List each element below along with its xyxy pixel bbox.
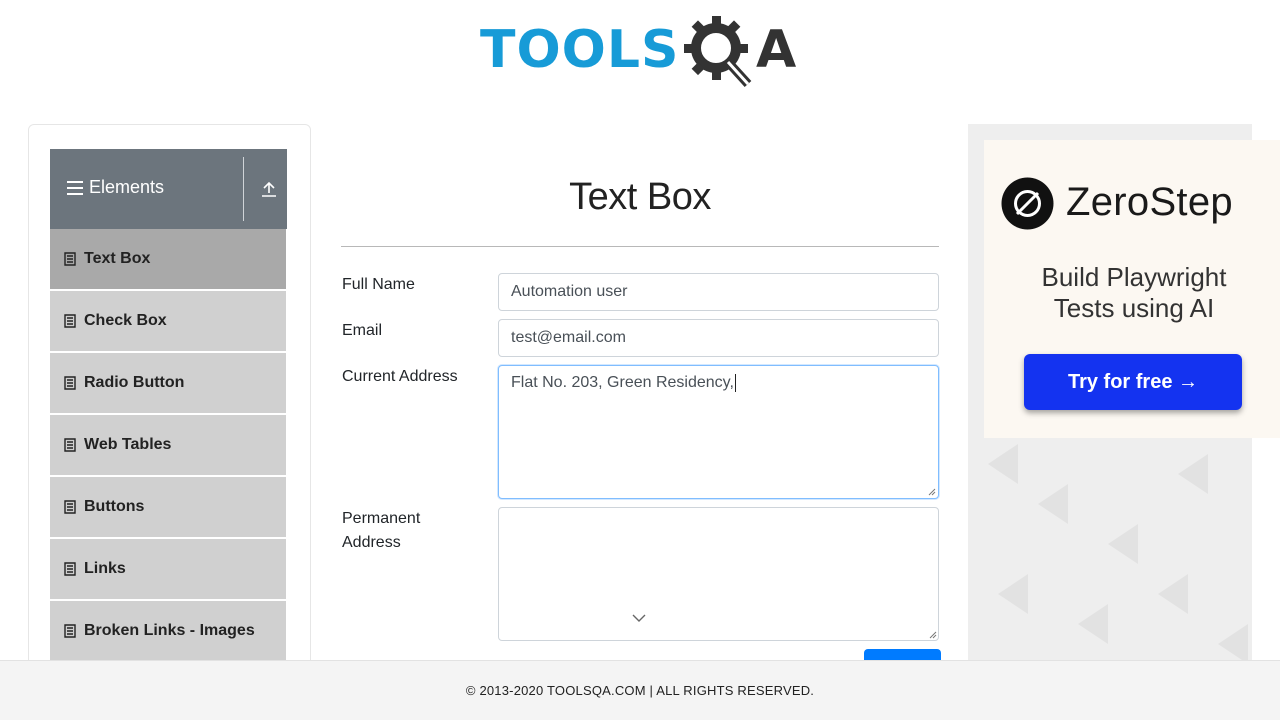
sidebar-item-label: Web Tables bbox=[84, 436, 172, 453]
sidebar-item-web-tables[interactable]: Web Tables bbox=[50, 415, 286, 477]
sidebar-item-links[interactable]: Links bbox=[50, 539, 286, 601]
gear-magnifier-icon bbox=[684, 16, 752, 88]
footer-copyright: © 2013-2020 TOOLSQA.COM | ALL RIGHTS RES… bbox=[465, 683, 815, 698]
group-title: Elements bbox=[89, 177, 165, 197]
full-name-label: Full Name bbox=[342, 276, 415, 293]
ad-tagline: Build Playwright Tests using AI bbox=[1010, 262, 1258, 324]
document-icon bbox=[64, 314, 76, 328]
elements-menu: Text Box Check Box Radio Button Web Tabl… bbox=[50, 229, 287, 663]
sidebar-item-check-box[interactable]: Check Box bbox=[50, 291, 286, 353]
resize-grip-icon[interactable] bbox=[929, 631, 937, 639]
permanent-address-textarea[interactable] bbox=[498, 507, 939, 641]
page-title: Text Box bbox=[569, 176, 711, 218]
document-icon bbox=[64, 252, 76, 266]
sidebar-item-label: Buttons bbox=[84, 498, 145, 515]
document-icon bbox=[64, 562, 76, 576]
sidebar-item-label: Broken Links - Images bbox=[84, 622, 255, 639]
permanent-address-label-line2: Address bbox=[342, 534, 401, 551]
toolsqa-logo[interactable]: TOOLS A bbox=[480, 14, 810, 94]
title-divider bbox=[341, 246, 939, 247]
document-icon bbox=[64, 376, 76, 390]
current-address-value: Flat No. 203, Green Residency, bbox=[511, 374, 734, 392]
current-address-textarea[interactable]: Flat No. 203, Green Residency, bbox=[498, 365, 939, 499]
elements-group-header[interactable]: Elements bbox=[50, 149, 287, 229]
ad-tagline-line2: Tests using AI bbox=[1053, 293, 1215, 323]
group-divider bbox=[243, 157, 244, 221]
sidebar-item-label: Text Box bbox=[84, 250, 151, 267]
document-icon bbox=[64, 500, 76, 514]
logo-text-primary: TOOLS bbox=[480, 20, 679, 80]
sidebar-item-label: Links bbox=[84, 560, 126, 577]
sidebar-item-radio-button[interactable]: Radio Button bbox=[50, 353, 286, 415]
text-caret bbox=[734, 374, 736, 392]
footer: © 2013-2020 TOOLSQA.COM | ALL RIGHTS RES… bbox=[0, 660, 1280, 720]
zerostep-logo-icon bbox=[1001, 177, 1054, 230]
current-address-label: Current Address bbox=[342, 368, 458, 385]
email-label: Email bbox=[342, 322, 383, 339]
sidebar-item-label: Check Box bbox=[84, 312, 167, 329]
email-input[interactable]: test@email.com bbox=[498, 319, 939, 357]
full-name-input[interactable]: Automation user bbox=[498, 273, 939, 311]
permanent-address-label-line1: Permanent bbox=[342, 510, 421, 527]
upload-arrow-icon[interactable] bbox=[259, 179, 279, 199]
document-icon bbox=[64, 624, 76, 638]
sidebar-item-broken-links-images[interactable]: Broken Links - Images bbox=[50, 601, 286, 663]
chevron-down-icon bbox=[632, 614, 646, 622]
resize-grip-icon[interactable] bbox=[928, 488, 936, 496]
site-header: TOOLS A bbox=[0, 0, 1280, 100]
sidebar-item-text-box[interactable]: Text Box bbox=[50, 229, 286, 291]
ad-tagline-line1: Build Playwright bbox=[1041, 262, 1227, 292]
document-icon bbox=[64, 438, 76, 452]
ad-brand-name: ZeroStep bbox=[1066, 180, 1233, 224]
sidebar-item-label: Radio Button bbox=[84, 374, 185, 391]
sidebar-item-buttons[interactable]: Buttons bbox=[50, 477, 286, 539]
logo-text-secondary: A bbox=[756, 20, 796, 80]
hamburger-icon bbox=[67, 181, 83, 195]
try-for-free-button[interactable]: Try for free → bbox=[1024, 354, 1242, 410]
